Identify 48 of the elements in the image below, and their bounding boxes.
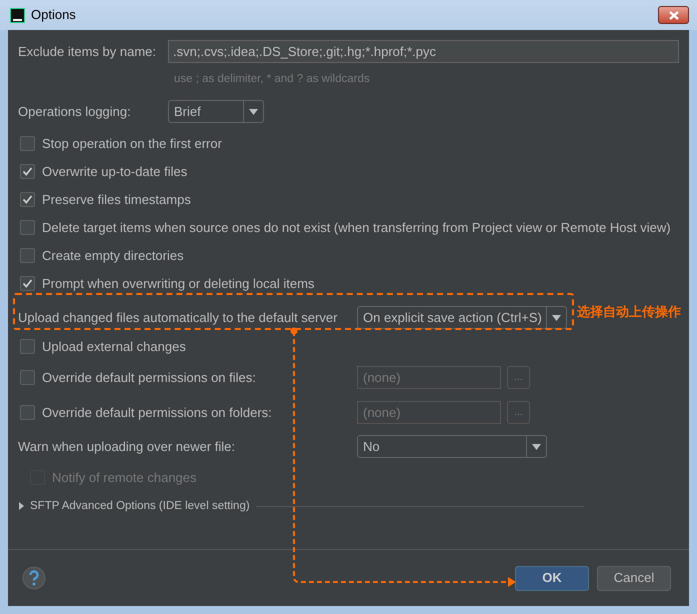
checkbox-label: Stop operation on the first error xyxy=(42,134,222,153)
checkbox[interactable] xyxy=(20,370,35,386)
checkbox[interactable] xyxy=(20,338,35,354)
checkbox[interactable] xyxy=(20,405,35,420)
caret-icon xyxy=(249,108,258,115)
field-label: Exclude items by name: xyxy=(18,42,158,61)
dropdown[interactable]: No xyxy=(357,435,547,458)
permissions-field[interactable]: (none) xyxy=(357,401,501,424)
checkbox-label: Prompt when overwriting or deleting local items xyxy=(42,274,314,293)
checkbox-label: Delete target items when source ones do not exist (when transferring from Project view or Remote Host view) xyxy=(42,218,671,237)
checkbox[interactable] xyxy=(20,276,35,291)
checkbox-label: Create empty directories xyxy=(42,246,184,265)
browse-button[interactable]: ... xyxy=(507,366,530,390)
field-label: Operations logging: xyxy=(18,103,132,121)
caret-icon xyxy=(532,444,541,450)
app-logo-icon xyxy=(10,8,25,22)
checkbox-label: Override default permissions on folders: xyxy=(42,404,273,422)
checkbox-label: Overwrite up-to-date files xyxy=(42,162,188,181)
checkmark-icon xyxy=(22,194,33,205)
checkbox[interactable] xyxy=(20,248,35,263)
checkbox[interactable] xyxy=(20,136,35,151)
window-title: Options xyxy=(31,6,77,24)
checkmark-icon xyxy=(22,278,33,289)
checkbox-label: Override default permissions on files: xyxy=(42,369,257,387)
checkbox[interactable] xyxy=(20,220,35,235)
exclude-field[interactable]: .svn;.cvs;.idea;.DS_Store;.git;.hg;*.hprof;*.pyc xyxy=(168,40,679,63)
checkbox-label: Upload external changes xyxy=(42,338,186,356)
section-title[interactable]: SFTP Advanced Options (IDE level setting) xyxy=(30,498,250,515)
permissions-field[interactable]: (none) xyxy=(357,366,501,390)
close-icon xyxy=(668,10,678,20)
ok-button[interactable]: OK xyxy=(515,566,589,590)
field-label: Upload changed files automatically to the default server xyxy=(18,309,338,327)
annotation-text: 选择自动上传操作 xyxy=(577,303,681,321)
checkbox-label: Notify of remote changes xyxy=(52,468,197,487)
collapsed-arrow-icon[interactable] xyxy=(19,502,24,510)
browse-button[interactable]: ... xyxy=(507,401,530,424)
caret-icon xyxy=(552,314,561,321)
dropdown[interactable]: Brief xyxy=(168,100,264,124)
checkbox[interactable] xyxy=(20,164,35,179)
dropdown[interactable]: On explicit save action (Ctrl+S) xyxy=(357,306,567,330)
checkmark-icon xyxy=(22,166,33,177)
checkbox[interactable] xyxy=(20,192,35,207)
hint-text: use ; as delimiter, * and ? as wildcards xyxy=(174,72,371,87)
close-button[interactable] xyxy=(658,6,689,24)
field-label: Warn when uploading over newer file: xyxy=(18,438,236,456)
checkbox-label: Preserve files timestamps xyxy=(42,190,191,209)
help-icon[interactable] xyxy=(22,566,46,590)
cancel-button[interactable]: Cancel xyxy=(597,566,671,590)
